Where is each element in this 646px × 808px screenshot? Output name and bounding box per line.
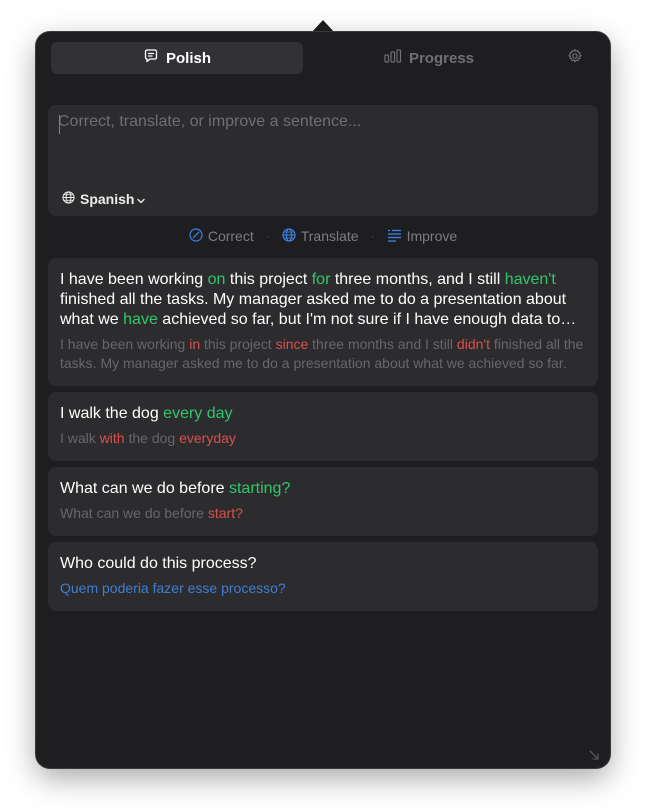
sentence-text: I have been working xyxy=(60,271,208,288)
chat-bubble-icon xyxy=(143,48,166,68)
original-sentence: I have been working in this project sinc… xyxy=(60,335,586,373)
action-bar: Correct · Translate · Improve xyxy=(48,226,598,246)
correction-highlight: for xyxy=(311,271,331,288)
sentence-text: I walk xyxy=(60,430,100,446)
history-item[interactable]: Who could do this process? Quem poderia … xyxy=(48,542,598,611)
correction-highlight: have xyxy=(123,311,158,328)
sentence-text: three months and I still xyxy=(308,336,457,352)
correction-highlight: on xyxy=(207,271,226,288)
sentence-text: What can we do before xyxy=(60,505,208,521)
check-circle-icon xyxy=(189,227,208,245)
sentence-input[interactable] xyxy=(58,113,578,173)
corrected-sentence: What can we do before starting? xyxy=(60,479,586,499)
sentence-text: this project xyxy=(225,271,312,288)
correction-highlight: haven't xyxy=(504,271,556,288)
sentence-input-box[interactable]: Spanish xyxy=(48,105,598,216)
translate-button[interactable]: Translate xyxy=(282,227,359,245)
sentence-text: What can we do before xyxy=(60,480,229,497)
corrected-sentence: I have been working on this project for … xyxy=(60,270,586,330)
tab-polish-label: Polish xyxy=(165,49,211,67)
language-label: Spanish xyxy=(80,191,135,207)
history-item[interactable]: I walk the dog every day I walk with the… xyxy=(48,392,598,461)
language-selector[interactable]: Spanish xyxy=(62,191,150,207)
original-sentence: I walk with the dog everyday xyxy=(60,429,586,448)
tab-bar: Polish Progress xyxy=(51,42,595,74)
improve-button[interactable]: Improve xyxy=(387,228,458,245)
sentence-text: I walk the dog xyxy=(60,405,164,422)
gear-icon xyxy=(567,48,583,69)
sparkle-lines-icon xyxy=(387,228,407,245)
error-highlight: with xyxy=(99,430,125,446)
correct-button[interactable]: Correct xyxy=(189,227,254,245)
translation-text: Quem poderia fazer esse processo? xyxy=(60,580,286,596)
tab-polish[interactable]: Polish xyxy=(51,42,303,74)
history-item[interactable]: What can we do before starting? What can… xyxy=(48,467,598,536)
history-item[interactable]: I have been working on this project for … xyxy=(48,258,598,386)
resize-arrow-icon xyxy=(588,748,600,765)
error-highlight: in xyxy=(189,336,201,352)
improve-label: Improve xyxy=(406,228,458,244)
error-highlight: didn't xyxy=(456,336,490,352)
sentence-text: Who could do this process? xyxy=(60,555,257,572)
correction-highlight: every day xyxy=(163,405,233,422)
translated-sentence: Quem poderia fazer esse processo? xyxy=(60,579,586,598)
error-highlight: start? xyxy=(207,505,243,521)
tab-progress[interactable]: Progress xyxy=(303,42,555,74)
resize-handle[interactable] xyxy=(588,748,600,760)
action-separator: · xyxy=(265,229,270,243)
correct-label: Correct xyxy=(207,228,254,244)
sentence-text: I have been working xyxy=(60,336,190,352)
chevron-down-icon xyxy=(137,191,150,207)
action-separator: · xyxy=(370,229,375,243)
polish-popover: Polish Progress Correct, translate, or i… xyxy=(36,32,610,768)
text-caret xyxy=(59,115,60,134)
tab-progress-label: Progress xyxy=(408,49,475,67)
error-highlight: since xyxy=(275,336,309,352)
translate-label: Translate xyxy=(300,228,359,244)
sentence-text: the dog xyxy=(124,430,180,446)
correction-highlight: starting? xyxy=(228,480,291,497)
globe-icon xyxy=(282,227,301,245)
settings-button[interactable] xyxy=(565,48,585,68)
bar-chart-icon xyxy=(384,49,409,67)
sentence-text: three months, and I still xyxy=(330,271,505,288)
corrected-sentence: I walk the dog every day xyxy=(60,404,586,424)
error-highlight: everyday xyxy=(179,430,236,446)
globe-icon xyxy=(62,191,80,207)
source-sentence: Who could do this process? xyxy=(60,554,586,574)
original-sentence: What can we do before start? xyxy=(60,504,586,523)
sentence-text: this project xyxy=(200,336,276,352)
